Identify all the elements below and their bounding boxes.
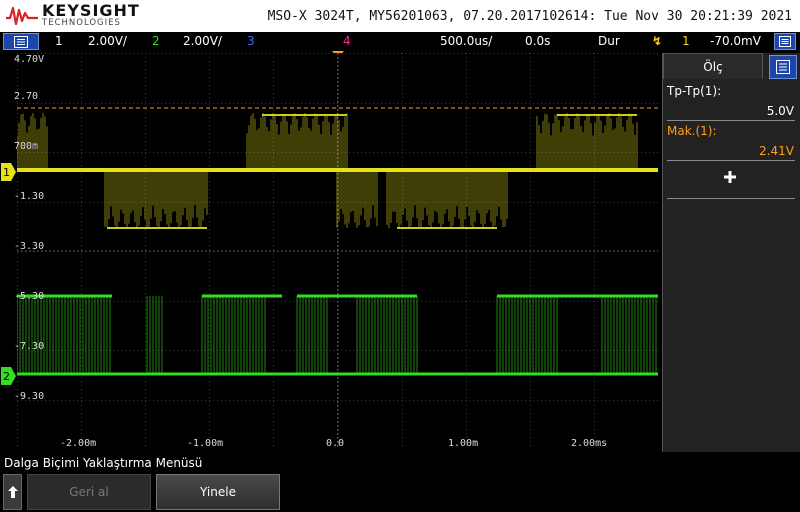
measure-tab[interactable]: Ölç [663, 53, 763, 79]
waveform-display[interactable] [17, 53, 658, 449]
voltage-label: -9.30 [14, 391, 45, 402]
time-label: 0.0 [326, 438, 345, 449]
undo-button[interactable]: Geri al [27, 474, 151, 510]
ch2-number[interactable]: 2 [152, 34, 160, 48]
ch1-marker-label: 1 [3, 166, 10, 179]
measurement-2-value: 2.41V [759, 144, 794, 158]
waveform-graticule [17, 53, 658, 449]
time-label: 1.00m [448, 438, 479, 449]
measurement-1-label[interactable]: Tp-Tp(1): [667, 84, 721, 98]
voltage-label: -5.30 [14, 291, 45, 302]
redo-button[interactable]: Yinele [156, 474, 280, 510]
time-label: 2.00ms [571, 438, 608, 449]
voltage-label: -7.30 [14, 341, 45, 352]
ch2-scale[interactable]: 2.00V/ [183, 34, 222, 48]
time-label: -1.00m [187, 438, 224, 449]
trigger-level[interactable]: -70.0mV [710, 34, 761, 48]
measurement-divider [667, 198, 795, 199]
ch1-number[interactable]: 1 [55, 34, 63, 48]
device-info: MSO-X 3024T, MY56201063, 07.20.201710261… [267, 9, 792, 24]
delay-value[interactable]: 0.0s [525, 34, 550, 48]
measurement-divider [667, 160, 795, 161]
brand-subtitle: TECHNOLOGIES [42, 18, 121, 28]
voltage-label: 2.70 [14, 91, 39, 102]
ch2-marker-label: 2 [3, 370, 10, 383]
ch2-burst-trace [17, 296, 657, 374]
acquisition-mode[interactable]: Dur [598, 34, 620, 48]
menu-icon [14, 35, 28, 48]
time-label: -2.00m [60, 438, 97, 449]
measurement-divider [667, 120, 795, 121]
main-menu-button[interactable] [3, 33, 39, 50]
trigger-edge-icon: ↯ [652, 34, 663, 48]
softkey-bar: Geri al Yinele [0, 472, 800, 512]
panel-list-button[interactable] [769, 55, 797, 79]
header-bar: KEYSIGHT TECHNOLOGIES MSO-X 3024T, MY562… [0, 0, 800, 32]
panel-menu-button[interactable] [774, 33, 796, 50]
voltage-label: 700m [14, 141, 39, 152]
trigger-source[interactable]: 1 [682, 34, 690, 48]
ch2-ground-marker[interactable]: 2 [1, 366, 16, 388]
measurement-panel: Ölç Tp-Tp(1): 5.0V Mak.(1): 2.41V [662, 53, 800, 452]
channel-bar: 1 2.00V/ 2 2.00V/ 3 4 500.0us/ 0.0s Dur … [0, 32, 800, 51]
ch3-number[interactable]: 3 [247, 34, 255, 48]
voltage-label: 4.70V [14, 54, 45, 65]
list-icon [776, 60, 790, 74]
ch4-number[interactable]: 4 [343, 34, 351, 48]
add-measurement-button[interactable] [720, 168, 740, 188]
plus-icon [724, 171, 736, 183]
softkey-menu-title: Dalga Biçimi Yaklaştırma Menüsü [4, 456, 203, 470]
arrow-up-icon [7, 486, 18, 498]
voltage-label: -3.30 [14, 241, 45, 252]
measurement-2-label[interactable]: Mak.(1): [667, 124, 717, 138]
timebase-value[interactable]: 500.0us/ [440, 34, 492, 48]
voltage-label: -1.30 [14, 191, 45, 202]
ch1-scale[interactable]: 2.00V/ [88, 34, 127, 48]
menu-icon [779, 36, 791, 47]
menu-up-button[interactable] [3, 474, 22, 510]
keysight-logo-icon [6, 6, 38, 26]
ch1-ground-marker[interactable]: 1 [1, 162, 16, 184]
measurement-1-value: 5.0V [766, 104, 794, 118]
